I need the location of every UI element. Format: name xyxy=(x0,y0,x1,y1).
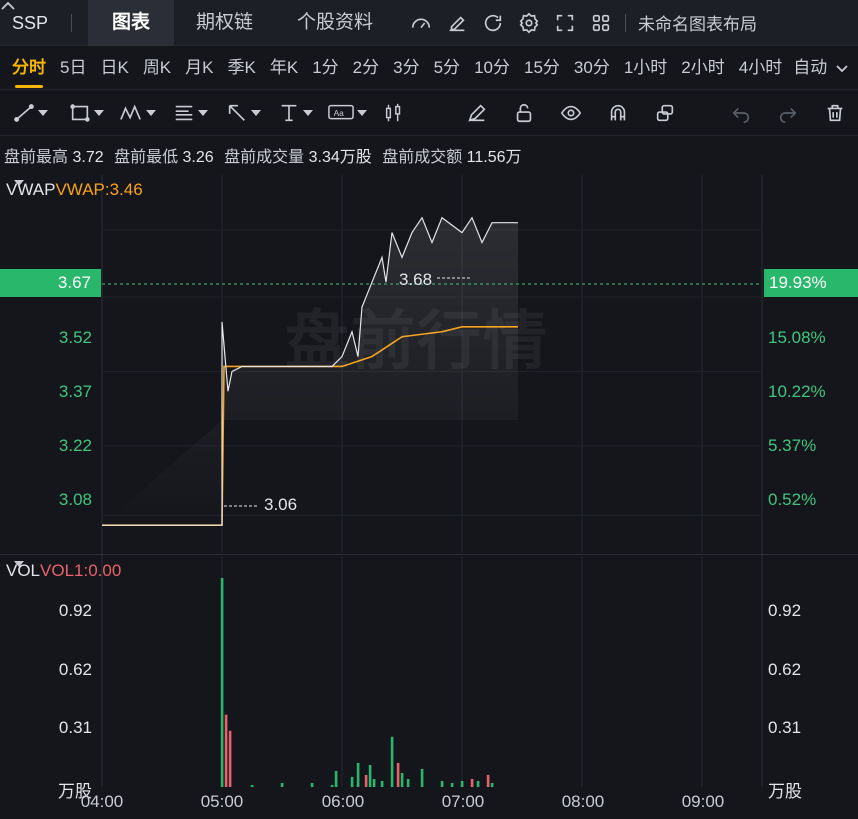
volume-bar xyxy=(476,780,480,787)
time-tick-label: 04:00 xyxy=(80,792,124,811)
volume-bar xyxy=(490,782,494,787)
volume-bar xyxy=(280,782,284,787)
vol-indicator-label[interactable]: VOL VOL1:0.00 xyxy=(6,561,121,581)
volume-bar xyxy=(396,762,400,787)
change-tick-label: 10.22% xyxy=(768,382,826,401)
volume-bar xyxy=(224,714,228,787)
volume-bar xyxy=(310,782,314,787)
change-tick-label: 15.08% xyxy=(768,328,826,347)
premarket-watermark: 盘前行情 xyxy=(285,305,549,377)
vwap-value: VWAP:3.46 xyxy=(55,180,143,199)
volume-unit-label: 万股 xyxy=(768,782,802,801)
current-price-tag: 3.67 xyxy=(0,269,101,297)
high-annotation: 3.68 xyxy=(399,270,433,289)
volume-bar xyxy=(356,762,360,787)
volume-bar xyxy=(440,780,444,787)
chart-svg[interactable] xyxy=(0,0,858,819)
vol-value: VOL1:0.00 xyxy=(40,561,122,580)
price-tick-label: 3.37 xyxy=(58,382,92,401)
change-tick-label: 0.52% xyxy=(768,490,817,509)
volume-bar xyxy=(450,782,454,787)
volume-bar xyxy=(460,780,464,787)
volume-bar xyxy=(390,736,394,787)
time-tick-label: 09:00 xyxy=(681,792,725,811)
volume-bar xyxy=(228,730,232,787)
volume-tick-label: 0.62 xyxy=(58,660,92,679)
volume-bar xyxy=(334,770,338,787)
volume-bar xyxy=(380,780,384,787)
low-annotation: 3.06 xyxy=(264,495,298,514)
current-change-tag: 19.93% xyxy=(764,269,858,297)
volume-bar xyxy=(368,764,372,787)
volume-bar xyxy=(372,778,376,787)
volume-bar xyxy=(250,784,254,787)
change-tick-label: 5.37% xyxy=(768,436,817,455)
volume-bar xyxy=(400,772,404,787)
chart-area[interactable]: 盘前行情 VWAP VWAP:3.46 VOL VOL1:0.00 3.67 1… xyxy=(0,0,858,819)
volume-tick-label: 0.92 xyxy=(58,601,92,620)
time-tick-label: 08:00 xyxy=(561,792,605,811)
volume-bar xyxy=(486,774,490,787)
volume-bar xyxy=(420,768,424,787)
volume-tick-label: 0.92 xyxy=(768,601,802,620)
caret-down-icon xyxy=(14,180,24,186)
time-tick-label: 05:00 xyxy=(200,792,244,811)
volume-bar xyxy=(350,776,354,787)
time-tick-label: 06:00 xyxy=(321,792,365,811)
volume-tick-label: 0.31 xyxy=(768,718,802,737)
price-tick-label: 3.22 xyxy=(58,436,92,455)
volume-tick-label: 0.31 xyxy=(58,718,92,737)
volume-bar xyxy=(220,578,224,787)
volume-bar xyxy=(330,784,334,787)
price-tick-label: 3.52 xyxy=(58,328,92,347)
volume-tick-label: 0.62 xyxy=(768,660,802,679)
time-tick-label: 07:00 xyxy=(441,792,485,811)
volume-bar xyxy=(470,778,474,787)
collapse-up-icon[interactable] xyxy=(0,0,16,10)
volume-bar xyxy=(406,778,410,787)
price-tick-label: 3.08 xyxy=(58,490,92,509)
vwap-indicator-label[interactable]: VWAP VWAP:3.46 xyxy=(6,180,143,200)
volume-bar xyxy=(364,774,368,787)
caret-down-icon xyxy=(14,561,24,567)
